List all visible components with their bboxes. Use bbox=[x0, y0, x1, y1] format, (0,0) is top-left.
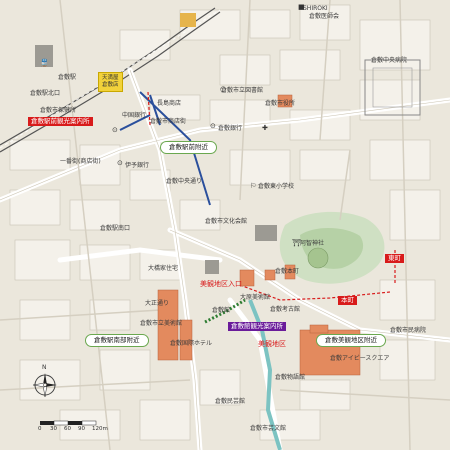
label-achi-shrine: 阿智神社 bbox=[300, 240, 325, 247]
tourist-info-bikan[interactable]: 倉敷館観光案内所 bbox=[228, 322, 286, 331]
school-icon: ⚐ bbox=[250, 182, 257, 190]
label-bank1: 中国銀行 bbox=[122, 112, 147, 119]
library-icon: ○ bbox=[220, 85, 227, 93]
label-north-exit: 倉敷駅北口 bbox=[30, 90, 61, 97]
label-shirokiya: SHIROKI bbox=[303, 5, 328, 12]
label-ishikai: 倉敷医師会 bbox=[309, 13, 340, 20]
label-south-exit: 倉敷駅南口 bbox=[100, 225, 131, 232]
label-bikan-entrance: 美観地区入口 bbox=[200, 280, 242, 288]
label-bank3: 伊予銀行 bbox=[125, 162, 150, 169]
label-bank2: 倉敷銀行 bbox=[218, 125, 243, 132]
label-kurashiki-kan: 倉敷館 bbox=[212, 307, 231, 314]
label-chuo-street: 倉敷中央通り bbox=[166, 178, 203, 185]
area-tag-station-front[interactable]: 倉敷駅前附近 bbox=[160, 141, 217, 154]
train-icon: 🚆 bbox=[40, 59, 49, 67]
label-city-art: 倉敷市立美術館 bbox=[140, 320, 183, 327]
label-city-hospital: 倉敷市民病院 bbox=[390, 327, 427, 334]
bank-icon: ⊙ bbox=[210, 122, 216, 130]
label-bikan-district: 美観地区 bbox=[258, 340, 286, 348]
compass-icon bbox=[32, 373, 57, 398]
tenmaya-line2: 倉敷店 bbox=[102, 82, 119, 88]
scale-tick: 90 bbox=[78, 426, 85, 432]
bank-icon: ⊙ bbox=[117, 159, 123, 167]
label-shopping3: 倉敷市商店街 bbox=[150, 118, 187, 125]
label-city-office: 倉敷市役所 bbox=[265, 100, 296, 107]
label-shop1: 長島商店 bbox=[157, 100, 182, 107]
label-culture-hall: 倉敷市文化会館 bbox=[205, 218, 248, 225]
scale-tick: 0 bbox=[38, 426, 42, 432]
label-kurashiki-station: 倉敷駅 bbox=[58, 74, 77, 81]
area-tag-station-south[interactable]: 倉敷駅南部附近 bbox=[85, 334, 149, 347]
label-city-health: 倉敷市保健所 bbox=[40, 107, 77, 114]
label-honmachi: 本町 bbox=[338, 296, 357, 305]
area-tag-bikan[interactable]: 倉敷美観地区附近 bbox=[316, 334, 386, 347]
label-library: 倉敷市立図書館 bbox=[221, 87, 264, 94]
scale-tick: 120m bbox=[92, 426, 108, 432]
shop-icon: ■ bbox=[298, 3, 305, 11]
scale-tick: 60 bbox=[64, 426, 71, 432]
label-primary-school: 倉敷東小学校 bbox=[258, 183, 295, 190]
label-taisho-street: 大正通り bbox=[145, 300, 170, 307]
scale-tick: 30 bbox=[50, 426, 57, 432]
label-ohara-museum: 大原美術館 bbox=[240, 294, 271, 301]
hospital-icon: ✚ bbox=[262, 124, 268, 132]
label-honmachi: 倉敷本町 bbox=[275, 268, 300, 275]
label-shopping-street: 一番街(商店街) bbox=[60, 158, 101, 165]
tenmaya-line1: 天満屋 bbox=[102, 75, 119, 81]
label-higashimachi: 東町 bbox=[385, 254, 404, 263]
label-folk-museum: 倉敷民芸館 bbox=[215, 398, 246, 405]
label-ohashi: 大橋家住宅 bbox=[148, 265, 179, 272]
map-canvas[interactable]: 倉敷駅前附近 倉敷駅南部附近 倉敷美観地区附近 倉敷駅前観光案内所 倉敷館観光案… bbox=[0, 0, 450, 450]
bank-icon: ⊙ bbox=[112, 126, 118, 134]
label-archaeology: 倉敷考古館 bbox=[270, 306, 301, 313]
map-base bbox=[0, 0, 450, 450]
tenmaya-box: 天満屋 倉敷店 bbox=[98, 72, 123, 92]
tourist-info-station[interactable]: 倉敷駅前観光案内所 bbox=[28, 117, 93, 126]
label-ivy-square: 倉敷アイビースクエア bbox=[330, 355, 390, 362]
label-story-hall: 倉敷物語館 bbox=[275, 374, 306, 381]
shrine-icon: ⛩ bbox=[292, 239, 301, 247]
label-city-culture: 倉敷市芸文館 bbox=[250, 425, 287, 432]
label-chuo-hospital: 倉敷中央病院 bbox=[371, 57, 408, 64]
label-hotel: 倉敷国際ホテル bbox=[170, 340, 213, 347]
compass-north-label: N bbox=[42, 364, 47, 371]
